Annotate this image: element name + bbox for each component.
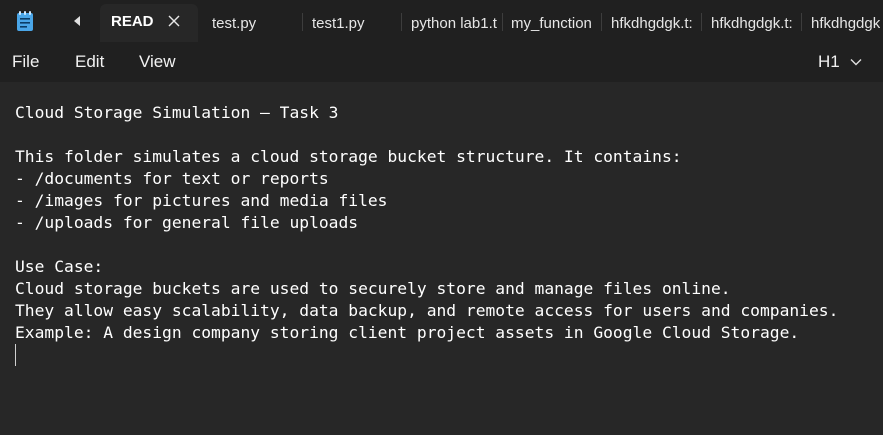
document-line: - /uploads for general file uploads <box>15 213 359 232</box>
tab-label: python lab1.t <box>411 14 497 32</box>
tab-label: my_function <box>511 14 592 32</box>
tab-hfkdhgdgk-1[interactable]: hfkdhgdgk.t: <box>611 4 697 42</box>
tab-test1-py[interactable]: test1.py <box>312 4 396 42</box>
tab-python-lab1[interactable]: python lab1.t <box>411 4 499 42</box>
document-line: Example: A design company storing client… <box>15 323 800 342</box>
chevron-down-icon <box>850 59 862 66</box>
tab-separator <box>701 13 702 31</box>
menu-bar: File Edit View H1 <box>0 42 883 82</box>
close-icon[interactable] <box>166 13 182 29</box>
tab-separator <box>302 13 303 31</box>
notepad-icon <box>15 10 35 32</box>
caret-left-icon <box>74 16 80 26</box>
text-editor[interactable]: Cloud Storage Simulation – Task 3 This f… <box>0 82 883 435</box>
document-line: They allow easy scalability, data backup… <box>15 301 839 320</box>
document-line: Cloud Storage Simulation – Task 3 <box>15 103 339 122</box>
document-line: This folder simulates a cloud storage bu… <box>15 147 682 166</box>
tab-bar: READ test.py test1.py python lab1.t my_f… <box>0 0 883 42</box>
tab-hfkdhgdgk-2[interactable]: hfkdhgdgk.t: <box>711 4 797 42</box>
tab-separator <box>502 13 503 31</box>
tab-separator <box>601 13 602 31</box>
tab-label: READ <box>111 13 154 30</box>
tab-read[interactable]: READ <box>100 4 198 42</box>
tab-test-py[interactable]: test.py <box>212 4 298 42</box>
heading-level-value: H1 <box>818 52 840 71</box>
scroll-tabs-left-button[interactable] <box>68 11 86 31</box>
tab-separator <box>801 13 802 31</box>
tab-label: hfkdhgdgk.t: <box>611 14 693 32</box>
tab-label: test.py <box>212 14 257 32</box>
tab-label: hfkdhgdgk <box>811 14 881 32</box>
tab-my-function[interactable]: my_function <box>511 4 597 42</box>
heading-level-dropdown[interactable]: H1 <box>818 52 862 72</box>
tab-hfkdhgdgk-3[interactable]: hfkdhgdgk <box>811 4 883 42</box>
tab-label: test1.py <box>312 14 365 32</box>
tab-separator <box>401 13 402 31</box>
tab-label: hfkdhgdgk.t: <box>711 14 793 32</box>
document-line: - /images for pictures and media files <box>15 191 388 210</box>
menu-file[interactable]: File <box>12 52 39 72</box>
document-line: Cloud storage buckets are used to secure… <box>15 279 731 298</box>
menu-view[interactable]: View <box>139 52 176 72</box>
document-line: Use Case: <box>15 257 104 276</box>
text-caret <box>15 344 16 366</box>
document-line: - /documents for text or reports <box>15 169 329 188</box>
menu-edit[interactable]: Edit <box>75 52 104 72</box>
